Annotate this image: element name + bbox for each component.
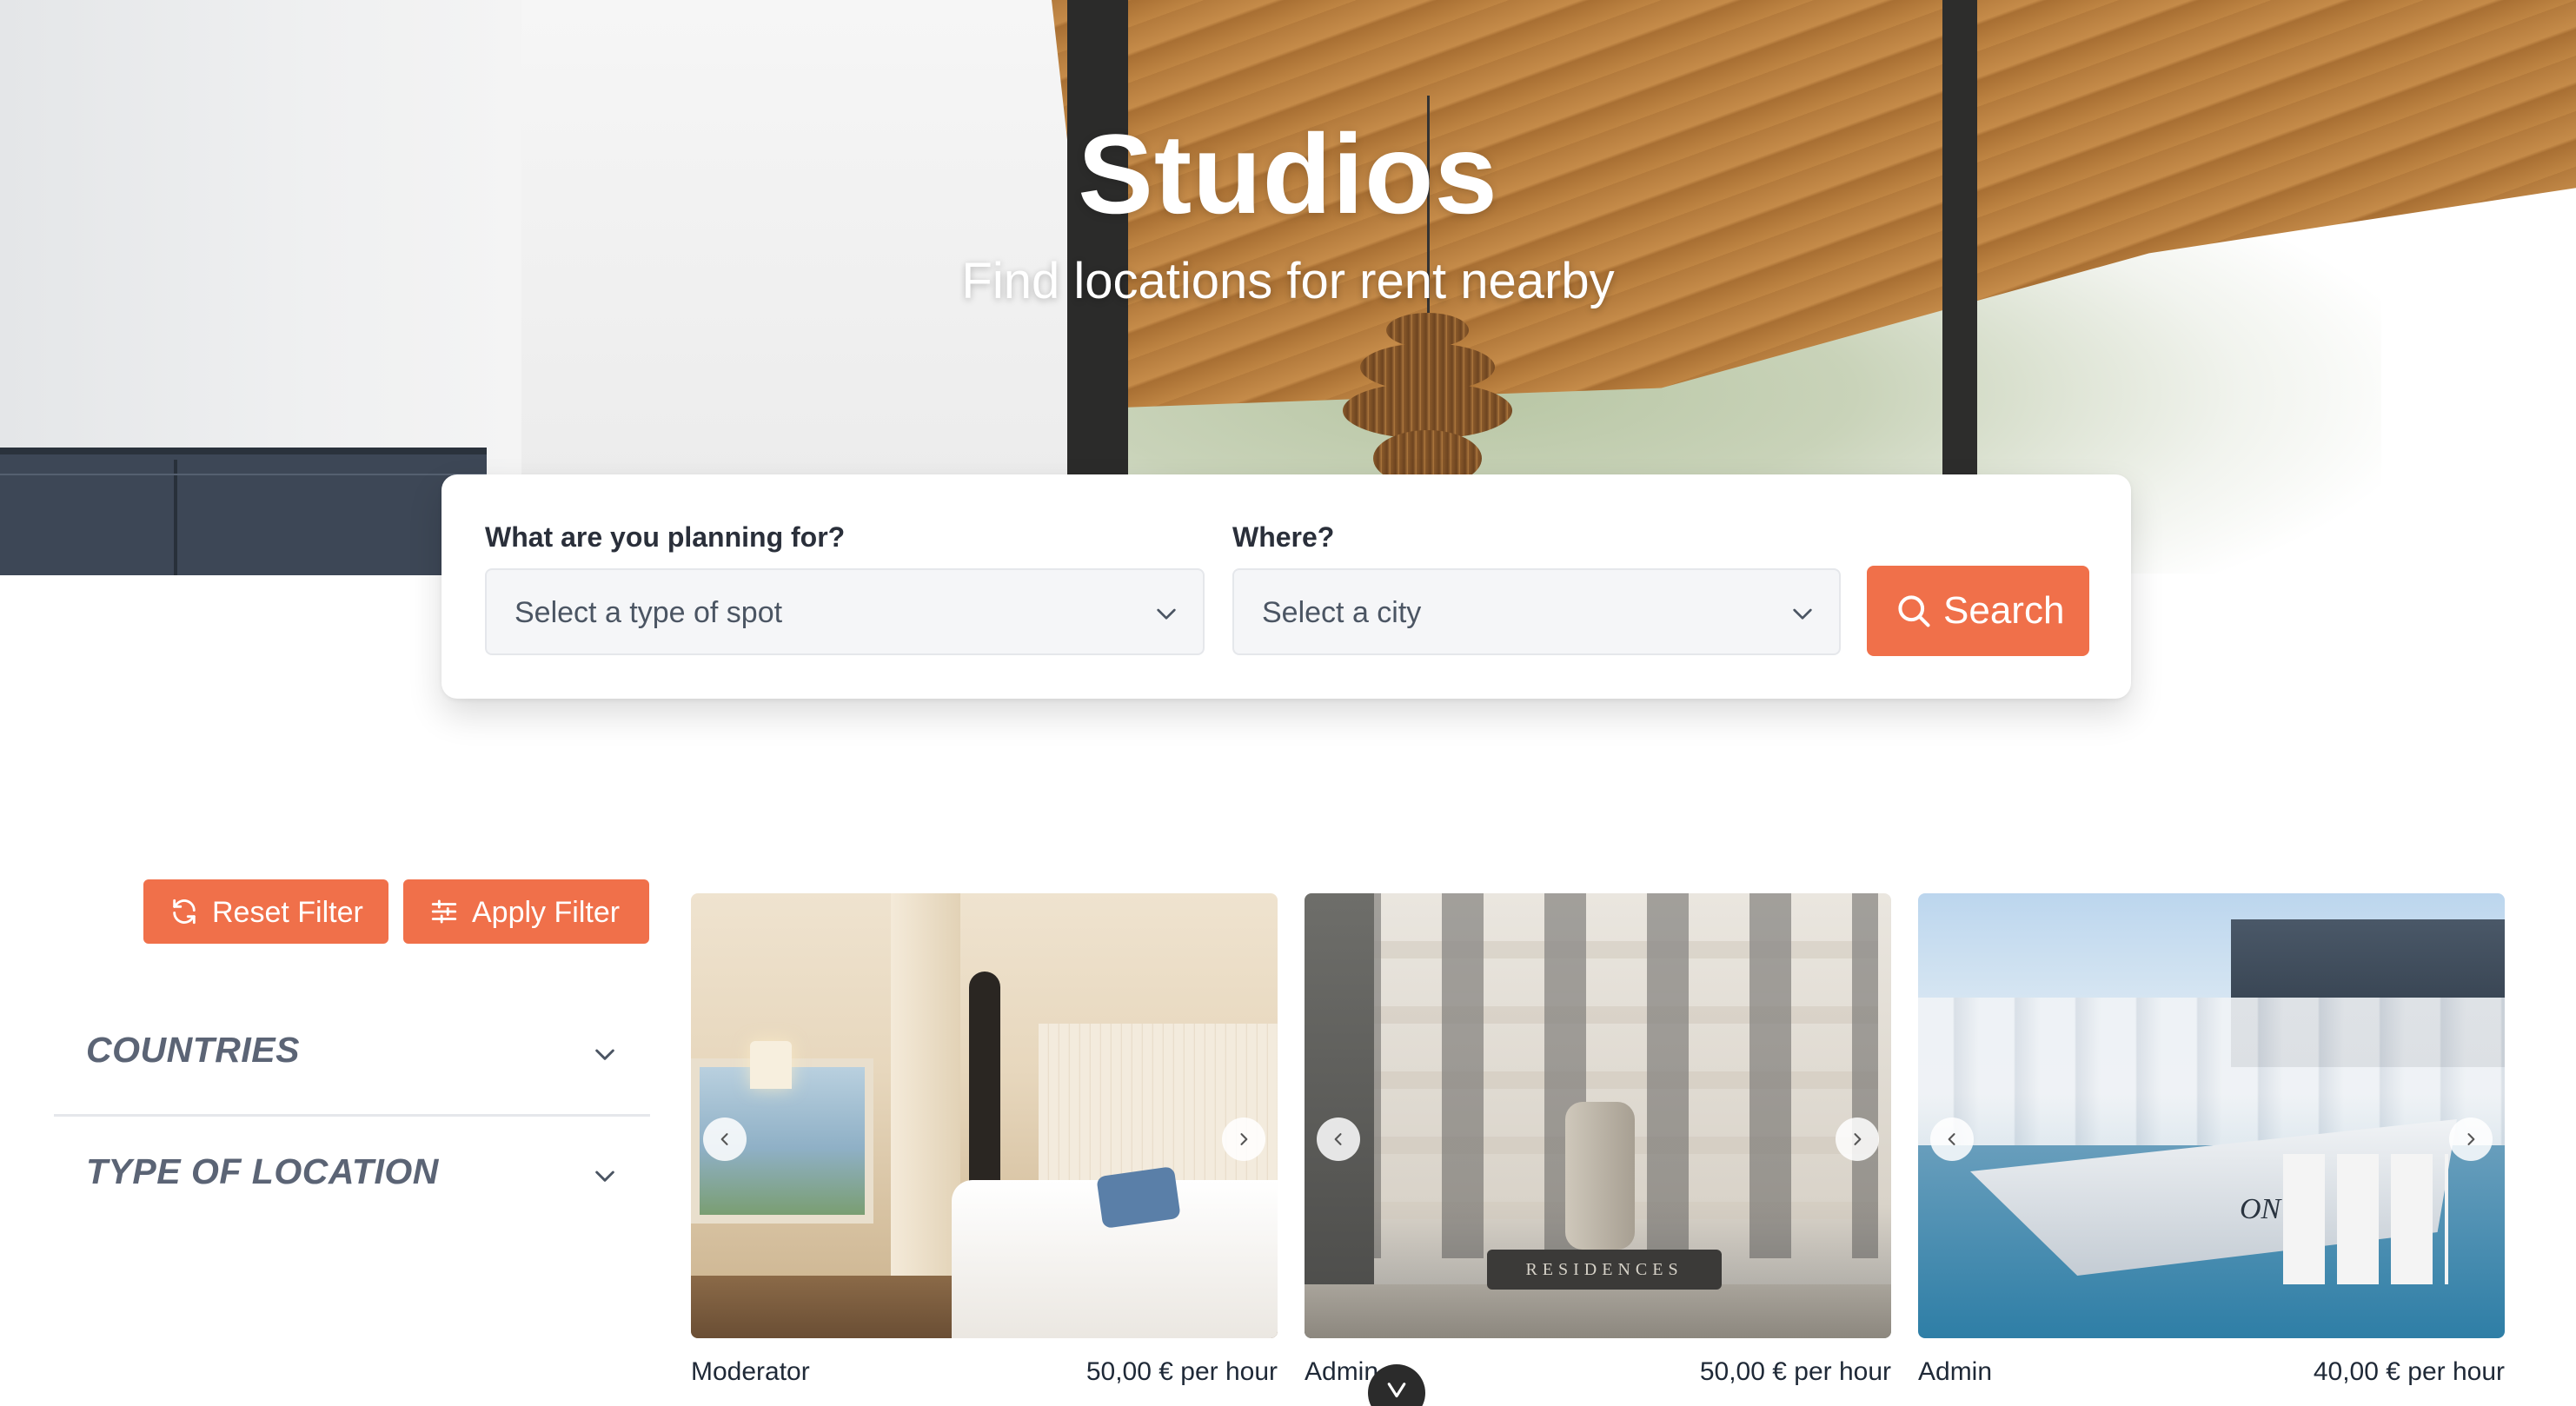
apply-filter-button[interactable]: Apply Filter: [403, 879, 649, 944]
listing-card[interactable]: RESIDENCES Admin 50,00 € per hour: [1305, 893, 1891, 1406]
listing-photo-boat-marina[interactable]: ON: [1918, 893, 2505, 1338]
refresh-icon: [173, 899, 196, 925]
search-button[interactable]: Search: [1867, 566, 2089, 656]
chevron-left-icon: [1334, 1133, 1342, 1145]
listing-card[interactable]: ON Admin 40,00 € per hour: [1918, 893, 2505, 1406]
search-icon: [1898, 595, 1930, 627]
chevron-right-icon: [1240, 1133, 1248, 1145]
residences-sign: RESIDENCES: [1487, 1250, 1722, 1290]
chevron-right-icon: [2467, 1133, 2475, 1145]
city-select[interactable]: Select a city: [1232, 568, 1841, 655]
city-label: Where?: [1232, 521, 1335, 553]
search-button-label: Search: [1943, 589, 2065, 632]
chevron-down-icon: [1793, 608, 1812, 620]
carousel-next-button[interactable]: [2449, 1118, 2493, 1161]
listing-card[interactable]: Moderator 50,00 € per hour: [691, 893, 1278, 1406]
carousel-next-button[interactable]: [1836, 1118, 1879, 1161]
reset-filter-button[interactable]: Reset Filter: [143, 879, 388, 944]
listing-photo-hotel-room[interactable]: [691, 893, 1278, 1338]
page-title: Studios: [1078, 110, 1498, 237]
listing-photo-residences-building[interactable]: RESIDENCES: [1305, 893, 1891, 1338]
reset-filter-label: Reset Filter: [212, 896, 363, 929]
chevron-down-icon: [1387, 1383, 1406, 1398]
chevron-down-icon: [595, 1171, 614, 1182]
search-panel: What are you planning for? Select a type…: [442, 474, 2131, 699]
listing-owner: Moderator: [691, 1357, 810, 1386]
filter-section-title: TYPE OF LOCATION: [86, 1151, 439, 1191]
filter-section-type-of-location[interactable]: TYPE OF LOCATION: [54, 1125, 650, 1230]
carousel-prev-button[interactable]: [1317, 1118, 1360, 1161]
listing-price: 50,00 € per hour: [1699, 1357, 1891, 1386]
sliders-icon: [431, 899, 457, 924]
listing-price: 40,00 € per hour: [2313, 1357, 2505, 1386]
filter-section-countries[interactable]: COUNTRIES: [54, 1004, 650, 1117]
listing-owner: Admin: [1918, 1357, 1993, 1386]
listing-owner: Admin: [1305, 1357, 1379, 1386]
chevron-down-icon: [1157, 608, 1176, 620]
apply-filter-label: Apply Filter: [472, 896, 621, 929]
city-placeholder: Select a city: [1262, 596, 1422, 629]
chevron-left-icon: [720, 1133, 728, 1145]
spot-type-label: What are you planning for?: [485, 521, 846, 553]
filter-section-title: COUNTRIES: [86, 1030, 300, 1070]
spot-type-select[interactable]: Select a type of spot: [485, 568, 1205, 655]
carousel-prev-button[interactable]: [703, 1118, 747, 1161]
chevron-right-icon: [1854, 1133, 1862, 1145]
chevron-down-icon: [595, 1049, 614, 1060]
spot-type-placeholder: Select a type of spot: [515, 596, 783, 629]
page-subtitle: Find locations for rent nearby: [961, 253, 1615, 309]
carousel-prev-button[interactable]: [1930, 1118, 1974, 1161]
hero-pendant-lamp: [1325, 96, 1530, 487]
chevron-left-icon: [1948, 1133, 1955, 1145]
carousel-next-button[interactable]: [1222, 1118, 1265, 1161]
listing-price: 50,00 € per hour: [1086, 1357, 1278, 1386]
